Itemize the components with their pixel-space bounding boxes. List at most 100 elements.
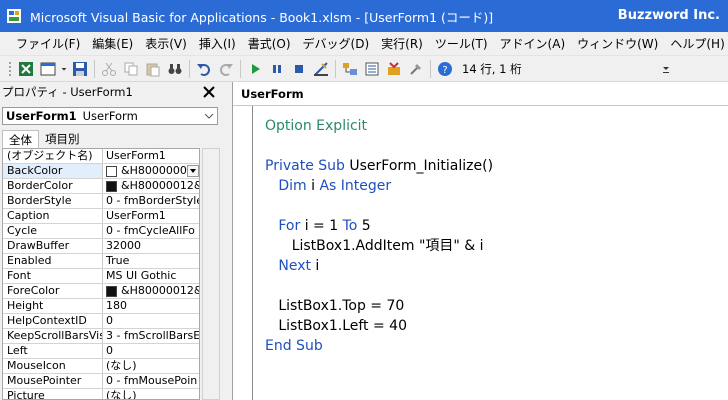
property-value-text: MS UI Gothic xyxy=(106,269,177,282)
property-value[interactable]: 0 - fmMousePoin xyxy=(103,374,199,388)
code-line[interactable]: End Sub xyxy=(265,336,493,356)
property-value[interactable]: 180 xyxy=(103,299,199,313)
property-value[interactable]: (なし) xyxy=(103,359,199,373)
property-row[interactable]: DrawBuffer 32000 xyxy=(3,239,199,254)
code-text: i = 1 xyxy=(304,218,343,234)
insert-dropdown-button[interactable] xyxy=(59,58,69,80)
property-row[interactable]: BackColor &H8000000 xyxy=(3,164,199,179)
code-editor[interactable]: Option Explicit Private Sub UserForm_Init… xyxy=(265,116,493,356)
view-excel-button[interactable] xyxy=(15,58,37,80)
break-button[interactable] xyxy=(266,58,288,80)
help-button[interactable]: ? xyxy=(434,58,456,80)
tab-alphabetic[interactable]: 全体 xyxy=(2,130,39,148)
property-row[interactable]: BorderStyle 0 - fmBorderStyle xyxy=(3,194,199,209)
code-line[interactable] xyxy=(265,276,493,296)
object-browser-button[interactable] xyxy=(383,58,405,80)
properties-scrollbar[interactable] xyxy=(202,148,220,400)
code-line[interactable]: Next i xyxy=(265,256,493,276)
design-mode-button[interactable] xyxy=(310,58,332,80)
dropdown-button[interactable] xyxy=(187,165,199,177)
menu-help[interactable]: ヘルプ(H) xyxy=(664,34,728,54)
property-value[interactable]: UserForm1 xyxy=(103,149,199,163)
property-value[interactable]: 0 xyxy=(103,344,199,358)
property-name: Cycle xyxy=(3,224,103,238)
menu-tools[interactable]: ツール(T) xyxy=(429,34,494,54)
properties-window-button[interactable] xyxy=(361,58,383,80)
window-title: Microsoft Visual Basic for Applications … xyxy=(30,9,494,25)
close-icon[interactable] xyxy=(200,83,218,101)
toolbar-grip-icon[interactable] xyxy=(5,60,15,78)
code-text: ListBox1.Left = 40 xyxy=(265,318,407,334)
property-row[interactable]: Left 0 xyxy=(3,344,199,359)
menu-run[interactable]: 実行(R) xyxy=(375,34,429,54)
menu-debug[interactable]: デバッグ(D) xyxy=(297,34,376,54)
object-type: UserForm xyxy=(82,109,138,123)
code-object-dropdown[interactable]: UserForm xyxy=(233,82,728,106)
code-line[interactable]: Private Sub UserForm_Initialize() xyxy=(265,156,493,176)
property-value[interactable]: 0 - fmCycleAllFo xyxy=(103,224,199,238)
find-button[interactable] xyxy=(164,58,186,80)
property-row[interactable]: MouseIcon (なし) xyxy=(3,359,199,374)
run-button[interactable] xyxy=(244,58,266,80)
menu-view[interactable]: 表示(V) xyxy=(139,34,193,54)
copy-button[interactable] xyxy=(120,58,142,80)
property-row[interactable]: Height 180 xyxy=(3,299,199,314)
reset-button[interactable] xyxy=(288,58,310,80)
property-value[interactable]: 32000 xyxy=(103,239,199,253)
object-browser-icon xyxy=(388,61,400,75)
object-name: UserForm1 xyxy=(6,109,77,123)
code-line[interactable]: ListBox1.AddItem "項目" & i xyxy=(265,236,493,256)
property-row[interactable]: KeepScrollBarsVis 3 - fmScrollBarsE xyxy=(3,329,199,344)
code-line[interactable] xyxy=(265,196,493,216)
paste-button[interactable] xyxy=(142,58,164,80)
code-line[interactable]: ListBox1.Left = 40 xyxy=(265,316,493,336)
play-icon xyxy=(252,63,260,74)
menu-edit[interactable]: 編集(E) xyxy=(86,34,139,54)
toolbox-button[interactable] xyxy=(405,58,427,80)
property-row[interactable]: Cycle 0 - fmCycleAllFo xyxy=(3,224,199,239)
property-row[interactable]: MousePointer 0 - fmMousePoin xyxy=(3,374,199,389)
property-row[interactable]: Picture (なし) xyxy=(3,389,199,399)
property-value[interactable]: True xyxy=(103,254,199,268)
code-line[interactable]: Dim i As Integer xyxy=(265,176,493,196)
property-row[interactable]: Enabled True xyxy=(3,254,199,269)
property-row[interactable]: HelpContextID 0 xyxy=(3,314,199,329)
chevron-down-icon xyxy=(204,113,214,119)
code-margin-indicator-bar[interactable] xyxy=(233,106,253,400)
cut-button[interactable] xyxy=(98,58,120,80)
property-value[interactable]: MS UI Gothic xyxy=(103,269,199,283)
property-value[interactable]: (なし) xyxy=(103,389,199,399)
property-value[interactable]: &H8000000 xyxy=(103,164,199,178)
property-row[interactable]: Font MS UI Gothic xyxy=(3,269,199,284)
menu-file[interactable]: ファイル(F) xyxy=(10,34,86,54)
menu-format[interactable]: 書式(O) xyxy=(242,34,297,54)
menu-window[interactable]: ウィンドウ(W) xyxy=(571,34,664,54)
property-value[interactable]: UserForm1 xyxy=(103,209,199,223)
menu-insert[interactable]: 挿入(I) xyxy=(193,34,242,54)
property-row[interactable]: (オブジェクト名) UserForm1 xyxy=(3,149,199,164)
object-selector[interactable]: UserForm1 UserForm xyxy=(2,107,218,125)
insert-userform-button[interactable] xyxy=(37,58,59,80)
redo-button[interactable] xyxy=(215,58,237,80)
save-button[interactable] xyxy=(69,58,91,80)
menu-addins[interactable]: アドイン(A) xyxy=(494,34,572,54)
property-value[interactable]: 0 xyxy=(103,314,199,328)
code-line[interactable] xyxy=(265,136,493,156)
code-line[interactable]: ListBox1.Top = 70 xyxy=(265,296,493,316)
property-value[interactable]: 3 - fmScrollBarsE xyxy=(103,329,199,343)
property-name: ForeColor xyxy=(3,284,103,298)
tab-categorized[interactable]: 項目別 xyxy=(39,130,86,148)
property-value[interactable]: &H80000012& xyxy=(103,179,199,193)
toolbar-options-icon[interactable] xyxy=(660,60,672,78)
property-row[interactable]: BorderColor &H80000012& xyxy=(3,179,199,194)
property-value[interactable]: &H80000012& xyxy=(103,284,199,298)
project-explorer-button[interactable] xyxy=(339,58,361,80)
property-row[interactable]: Caption UserForm1 xyxy=(3,209,199,224)
code-line[interactable]: Option Explicit xyxy=(265,116,493,136)
property-name: Caption xyxy=(3,209,103,223)
property-value-text: &H80000012& xyxy=(121,179,199,192)
property-row[interactable]: ForeColor &H80000012& xyxy=(3,284,199,299)
property-value[interactable]: 0 - fmBorderStyle xyxy=(103,194,199,208)
code-line[interactable]: For i = 1 To 5 xyxy=(265,216,493,236)
undo-button[interactable] xyxy=(193,58,215,80)
